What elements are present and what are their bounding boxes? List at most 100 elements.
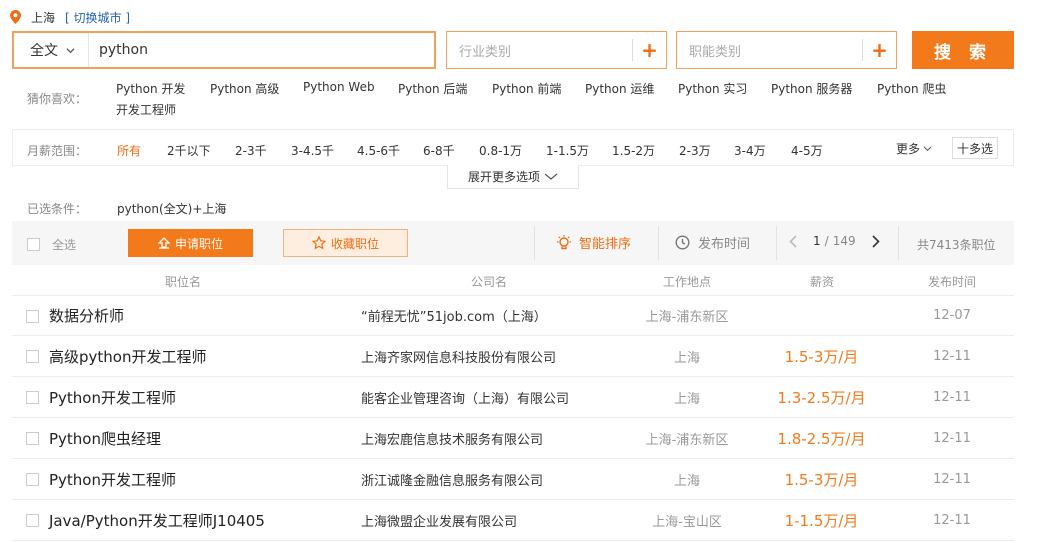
job-location: 上海-宝山区 [652,514,722,530]
search-scope-label: 全文 [30,43,58,59]
prev-page-icon[interactable] [789,234,797,248]
multi-select-button[interactable]: 十多选 [952,137,998,159]
clock-icon [675,235,690,250]
job-title-link[interactable]: 数据分析师 [49,296,124,335]
apply-icon [157,237,170,249]
industry-placeholder: 行业类别 [459,44,512,60]
salary-option[interactable]: 1.5-2万 [612,142,655,159]
job-row[interactable]: Python开发工程师 浙江诚隆金融信息服务有限公司 上海 1.5-3万/月 1… [12,459,1014,500]
salary-option[interactable]: 3-4万 [734,142,766,159]
salary-option-active[interactable]: 所有 [117,142,141,159]
pagination: 1 / 149 [789,234,880,248]
job-salary: 1-1.5万/月 [784,511,859,530]
suggestion-link[interactable]: Python 爬虫 [877,80,946,97]
job-title-link[interactable]: 高级python开发工程师 [49,336,206,376]
job-row[interactable]: Python开发工程师 能客企业管理咨询（上海）有限公司 上海 1.3-2.5万… [12,377,1014,418]
job-location: 上海 [673,391,700,407]
job-row[interactable]: Python爬虫经理 上海宏鹿信息技术服务有限公司 上海-浦东新区 1.8-2.… [12,418,1014,459]
job-title-link[interactable]: Python开发工程师 [49,459,176,499]
lightbulb-icon [557,234,571,249]
search-button[interactable]: 搜 索 [912,31,1014,69]
suggestion-link[interactable]: Python 运维 [585,80,654,97]
selected-conditions-label: 已选条件： [27,202,88,216]
col-header-title: 职位名 [165,275,202,289]
col-header-company: 公司名 [471,275,508,289]
suggestion-link[interactable]: 开发工程师 [116,101,176,118]
suggestion-link[interactable]: Python 高级 [210,80,279,97]
row-checkbox[interactable] [26,432,39,445]
row-checkbox[interactable] [26,350,39,363]
apply-label: 申请职位 [174,236,223,251]
total-pages: 149 [832,234,856,248]
salary-option[interactable]: 0.8-1万 [479,142,522,159]
toolbar-divider [776,226,777,260]
row-checkbox[interactable] [26,514,39,527]
job-title-link[interactable]: Java/Python开发工程师J10405 [49,500,265,540]
location-pin-icon [10,10,21,24]
sort-by-time-button[interactable]: 发布时间 [675,233,750,252]
switch-city-link[interactable]: [ 切换城市 ] [65,9,130,26]
job-title-link[interactable]: Python开发工程师 [49,377,176,417]
suggestions-label: 猜你喜欢： [27,92,88,106]
company-link[interactable]: 能客企业管理咨询（上海）有限公司 [361,377,569,417]
company-link[interactable]: 浙江诚隆金融信息服务有限公司 [361,459,543,499]
salary-option[interactable]: 6-8千 [423,142,455,159]
function-select[interactable]: 职能类别 + [676,31,897,69]
row-checkbox[interactable] [26,310,39,323]
job-date: 12-11 [933,348,971,364]
salary-option[interactable]: 2-3千 [235,142,267,159]
more-label: 更多 [896,142,921,156]
search-scope-select[interactable]: 全文 [14,33,89,67]
suggestion-link[interactable]: Python 实习 [678,80,747,97]
salary-option[interactable]: 1-1.5万 [546,142,589,159]
industry-select[interactable]: 行业类别 + [446,31,667,69]
col-header-location: 工作地点 [663,275,712,289]
current-page: 1 [813,234,821,248]
suggestion-link[interactable]: Python 后端 [398,80,467,97]
search-input[interactable]: python [89,42,148,58]
apply-job-button[interactable]: 申请职位 [128,229,253,257]
salary-option[interactable]: 4-5万 [791,142,823,159]
select-all-label: 全选 [52,238,77,252]
job-location: 上海-浦东新区 [645,432,729,448]
suggestion-link[interactable]: Python 开发 [116,80,185,97]
industry-add-icon[interactable]: + [632,38,666,62]
job-salary: 1.3-2.5万/月 [777,388,866,407]
job-row[interactable]: 数据分析师 “前程无忧”51job.com（上海） 上海-浦东新区 12-07 [12,295,1014,336]
star-icon [311,236,326,250]
suggestion-link[interactable]: Python 服务器 [771,80,852,97]
toolbar-divider [658,226,659,260]
expand-more-options-button[interactable]: 展开更多选项 [447,165,579,189]
job-location: 上海 [673,350,700,366]
favorite-job-button[interactable]: 收藏职位 [283,229,408,257]
job-row[interactable]: 高级python开发工程师 上海齐家网信息科技股份有限公司 上海 1.5-3万/… [12,336,1014,377]
salary-filter-label: 月薪范围： [27,144,88,158]
chevron-down-icon [544,173,558,180]
company-link[interactable]: 上海微盟企业发展有限公司 [361,500,517,540]
total-jobs-count: 共7413条职位 [917,238,996,252]
current-city: 上海 [31,10,56,25]
function-placeholder: 职能类别 [689,44,742,60]
suggestion-link[interactable]: Python Web [303,80,375,94]
select-all-checkbox[interactable]: 全选 [27,236,76,253]
salary-option[interactable]: 2千以下 [167,142,211,159]
more-salary-button[interactable]: 更多 [896,140,932,157]
smart-sort-button[interactable]: 智能排序 [555,233,631,252]
job-salary: 1.5-3万/月 [784,470,859,489]
function-add-icon[interactable]: + [862,38,896,62]
salary-option[interactable]: 2-3万 [679,142,711,159]
checkbox[interactable] [27,238,40,251]
job-date: 12-07 [933,308,971,323]
row-checkbox[interactable] [26,473,39,486]
row-checkbox[interactable] [26,391,39,404]
expand-label: 展开更多选项 [467,170,540,184]
suggestion-link[interactable]: Python 前端 [492,80,561,97]
salary-option[interactable]: 3-4.5千 [291,142,334,159]
company-link[interactable]: 上海宏鹿信息技术服务有限公司 [361,418,543,458]
company-link[interactable]: “前程无忧”51job.com（上海） [361,296,547,335]
next-page-icon[interactable] [872,234,880,248]
job-title-link[interactable]: Python爬虫经理 [49,418,161,458]
job-row[interactable]: Java/Python开发工程师J10405 上海微盟企业发展有限公司 上海-宝… [12,500,1014,541]
salary-option[interactable]: 4.5-6千 [357,142,400,159]
company-link[interactable]: 上海齐家网信息科技股份有限公司 [361,336,556,376]
